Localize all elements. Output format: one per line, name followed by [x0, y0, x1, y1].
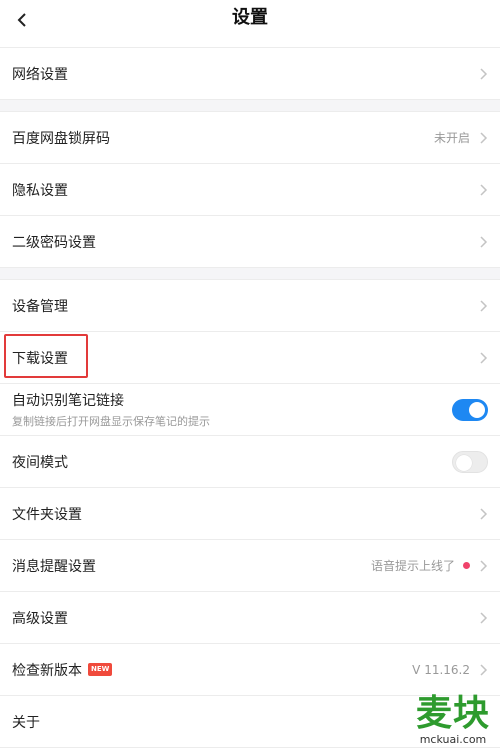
section-divider: [0, 100, 500, 112]
toggle-knob: [469, 401, 485, 418]
chevron-right-icon: [480, 611, 488, 624]
settings-item-label: 消息提醒设置: [12, 558, 96, 575]
settings-item-description: 复制链接后打开网盘显示保存笔记的提示: [12, 415, 210, 428]
settings-item-label: 设备管理: [12, 298, 68, 315]
watermark-logo: 麦块 mckuai.com: [408, 693, 498, 747]
settings-item-notifications[interactable]: 消息提醒设置 语音提示上线了: [0, 540, 500, 592]
settings-item-label: 网络设置: [12, 66, 68, 83]
settings-item-advanced[interactable]: 高级设置: [0, 592, 500, 644]
toggle-knob: [456, 454, 472, 471]
red-dot-indicator: [463, 562, 470, 569]
chevron-right-icon: [480, 235, 488, 248]
settings-item-secondary-password[interactable]: 二级密码设置: [0, 216, 500, 268]
chevron-right-icon: [480, 351, 488, 364]
chevron-right-icon: [480, 131, 488, 144]
chevron-right-icon: [480, 299, 488, 312]
version-value: V 11.16.2: [412, 662, 470, 677]
settings-item-label: 高级设置: [12, 610, 68, 627]
chevron-right-icon: [480, 559, 488, 572]
settings-item-auto-note-link: 自动识别笔记链接 复制链接后打开网盘显示保存笔记的提示: [0, 384, 500, 436]
settings-item-folder[interactable]: 文件夹设置: [0, 488, 500, 540]
settings-item-devices[interactable]: 设备管理: [0, 280, 500, 332]
settings-item-label: 百度网盘锁屏码: [12, 130, 110, 147]
nav-bar: 设置: [0, 0, 500, 48]
chevron-right-icon: [480, 507, 488, 520]
settings-item-label: 文件夹设置: [12, 506, 82, 523]
settings-item-label: 隐私设置: [12, 182, 68, 199]
settings-item-download[interactable]: 下载设置: [0, 332, 500, 384]
new-badge: NEW: [88, 663, 113, 676]
settings-item-label: 检查新版本: [12, 662, 82, 679]
section-divider: [0, 268, 500, 280]
lock-status-value: 未开启: [433, 131, 470, 145]
watermark-title: 麦块: [415, 693, 490, 734]
settings-item-lock-screen-code[interactable]: 百度网盘锁屏码 未开启: [0, 112, 500, 164]
auto-note-toggle[interactable]: [452, 398, 488, 421]
notification-hint-text: 语音提示上线了: [370, 559, 455, 573]
highlight-box: [4, 334, 88, 378]
chevron-right-icon: [480, 67, 488, 80]
watermark-url: mckuai.com: [419, 733, 487, 746]
chevron-right-icon: [480, 663, 488, 676]
settings-item-label: 关于: [12, 714, 40, 731]
settings-item-label: 自动识别笔记链接: [12, 393, 124, 409]
settings-item-label: 二级密码设置: [12, 234, 96, 251]
settings-item-label: 夜间模式: [12, 454, 68, 471]
settings-item-check-update[interactable]: 检查新版本 NEW V 11.16.2: [0, 644, 500, 696]
settings-item-night-mode: 夜间模式: [0, 436, 500, 488]
settings-item-privacy[interactable]: 隐私设置: [0, 164, 500, 216]
night-mode-toggle[interactable]: [452, 450, 488, 473]
chevron-right-icon: [480, 183, 488, 196]
settings-item-network[interactable]: 网络设置: [0, 48, 500, 100]
page-title: 设置: [232, 7, 268, 28]
